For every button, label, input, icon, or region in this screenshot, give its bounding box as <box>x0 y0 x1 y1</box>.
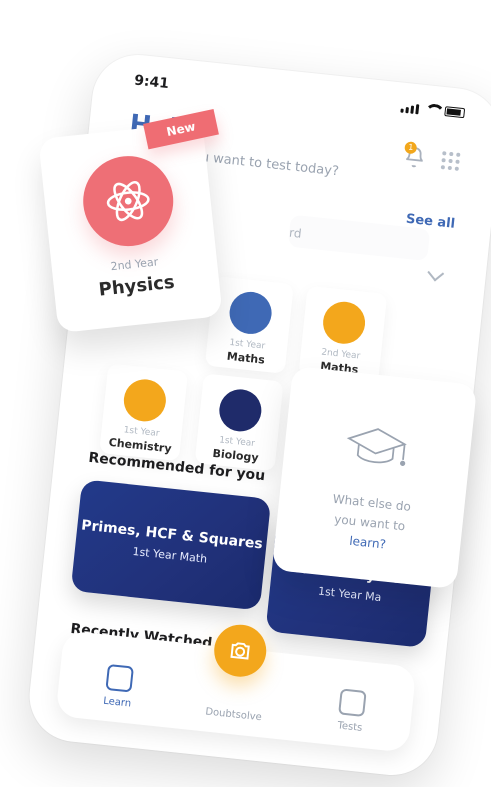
battery-icon <box>444 106 466 119</box>
what-else-text: What else do you want to learn? <box>275 483 465 562</box>
atom-icon <box>106 181 150 222</box>
nav-learn[interactable]: Learn <box>77 661 161 712</box>
chevron-down-icon[interactable] <box>427 264 445 282</box>
camera-button[interactable] <box>211 622 269 680</box>
notification-bell[interactable]: 1 <box>402 141 428 171</box>
subject-card[interactable]: 1st Year Biology <box>194 373 284 472</box>
pencil-ruler-icon <box>227 289 274 337</box>
graduation-cap-icon <box>346 428 407 466</box>
status-icons <box>400 101 466 120</box>
pen-ruler-icon <box>320 299 368 346</box>
atom-icon-wrap <box>78 151 178 251</box>
apps-grid-icon[interactable] <box>440 151 461 171</box>
camera-icon <box>230 642 250 660</box>
recommended-card[interactable]: Primes, HCF & Squares 1st Year Math <box>70 479 272 611</box>
flask-icon <box>121 377 168 424</box>
nav-label: Learn <box>102 695 132 710</box>
tests-icon <box>338 688 367 718</box>
nav-label: Doubtsolve <box>204 706 263 724</box>
bottom-navigation: Learn Doubtsolve Tests <box>55 622 417 753</box>
nav-tests[interactable]: Tests <box>309 686 393 737</box>
nav-label: Tests <box>336 720 363 734</box>
wifi-icon <box>424 103 439 116</box>
dna-icon <box>217 387 264 434</box>
nav-doubtsolve[interactable]: Doubtsolve <box>193 705 274 724</box>
book-icon <box>105 663 134 693</box>
featured-subject-card[interactable]: New 2nd Year Physics <box>38 108 223 334</box>
what-else-card[interactable]: What else do you want to learn? <box>271 365 478 590</box>
subject-search-text: rd <box>288 225 303 241</box>
status-time: 9:41 <box>133 72 170 93</box>
subject-card[interactable]: 1st Year Chemistry <box>99 363 189 462</box>
stage: 9:41 Hello What do you want to test toda… <box>0 0 491 787</box>
signal-icon <box>400 101 420 115</box>
